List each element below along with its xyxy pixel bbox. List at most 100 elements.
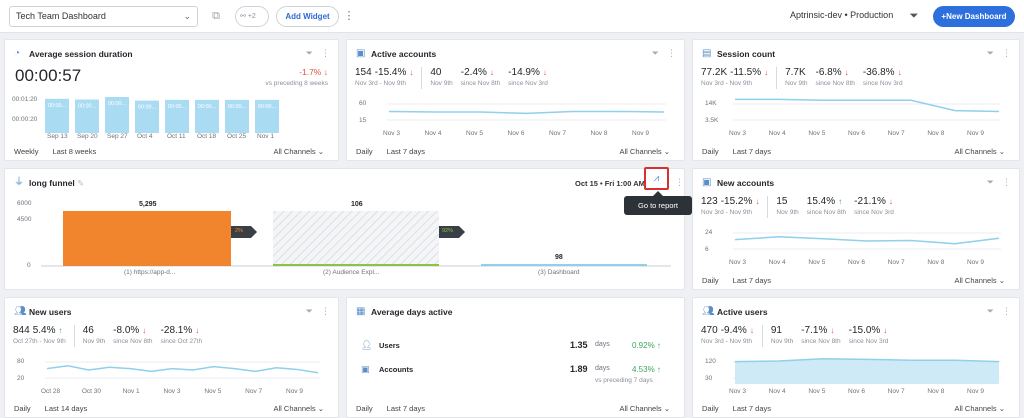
period-select[interactable]: Daily <box>702 276 719 285</box>
metric-value: 46 <box>82 325 94 336</box>
share-count: +2 <box>247 13 256 20</box>
funnel-step-1-bar[interactable] <box>63 211 231 266</box>
range-select[interactable]: Last 8 weeks <box>52 147 96 156</box>
y-tick: 80 <box>17 358 25 365</box>
range-select[interactable]: Last 7 days <box>387 404 425 413</box>
metric-subtitle: since Nov 3rd <box>848 338 889 345</box>
new-dashboard-button[interactable]: +New Dashboard <box>933 6 1015 27</box>
metric-latest: 46 Nov 9th <box>83 325 113 347</box>
x-tick: Nov 7 <box>887 259 905 266</box>
filter-icon[interactable]: ⏷ <box>652 48 659 58</box>
more-menu-icon[interactable]: ⋮ <box>667 48 676 58</box>
building-icon: ▣ <box>702 177 712 188</box>
channel-select[interactable]: All Channels ⌄ <box>620 147 670 156</box>
more-menu-icon[interactable]: ⋮ <box>675 177 684 188</box>
range-select[interactable]: Last 14 days <box>45 404 88 413</box>
metric-latest: 40 Nov 9th <box>430 67 460 89</box>
card-title: New users <box>29 307 72 317</box>
metric-latest: 91 Nov 9th <box>771 325 801 347</box>
funnel-step-3-bar[interactable] <box>481 264 647 266</box>
metric-change: -7.1% <box>801 325 828 336</box>
card-footer: Daily Last 14 days <box>14 404 101 413</box>
go-to-report-button[interactable]: ⩘ <box>644 167 669 190</box>
bar-data-label: 00:00... <box>48 103 67 109</box>
filter-icon[interactable]: ⏷ <box>987 177 994 187</box>
metric-change: -9.4% <box>720 325 747 336</box>
environment-label: Aptrinsic-dev • Production <box>790 10 894 20</box>
trend-line <box>46 365 319 374</box>
funnel-step-2-bar[interactable] <box>273 264 439 266</box>
metric-row: 154 -15.4% ↓ Nov 3rd - Nov 9th 40 Nov 9th … <box>355 67 556 89</box>
channel-label: All Channels <box>954 404 997 413</box>
metric-change: -28.1% <box>160 325 193 336</box>
period-select[interactable]: Daily <box>702 147 719 156</box>
funnel-step-2-dropoff <box>273 211 439 266</box>
chevron-down-icon: ⌄ <box>183 11 191 21</box>
metric-day-change: 15.4% ↑ since Nov 8th <box>807 196 854 218</box>
channel-select[interactable]: All Channels ⌄ <box>955 147 1005 156</box>
x-tick: Nov 3 <box>163 388 181 395</box>
card-tools: ⏷ ⋮ <box>644 48 676 59</box>
metric-total: 154 -15.4% ↓ Nov 3rd - Nov 9th <box>355 67 421 89</box>
arrow-down-icon: ↓ <box>323 67 328 77</box>
filter-icon[interactable]: ⏷ <box>987 48 994 58</box>
trend-line <box>735 98 1000 113</box>
x-tick: Nov 9 <box>632 130 649 137</box>
funnel-step-2-label: (2) Audience Expl... <box>323 269 380 276</box>
channel-label: All Channels <box>273 404 316 413</box>
channel-select[interactable]: All Channels ⌄ <box>274 404 324 413</box>
add-widget-button[interactable]: Add Widget <box>276 6 339 27</box>
period-select[interactable]: Daily <box>356 147 373 156</box>
building-icon: ▣ <box>361 364 370 374</box>
filter-icon[interactable]: ⏷ <box>905 6 923 27</box>
arrow-down-icon: ↓ <box>764 68 769 77</box>
more-menu-icon[interactable]: ⋮ <box>1002 177 1011 187</box>
channel-select[interactable]: All Channels ⌄ <box>955 276 1005 285</box>
y-tick: 60 <box>359 100 367 107</box>
range-select[interactable]: Last 7 days <box>387 147 425 156</box>
conversion-rate-1: 2% <box>235 228 243 234</box>
active-accounts-card: ▣ Active accounts ⏷ ⋮ 154 -15.4% ↓ Nov 3rd … <box>346 39 685 161</box>
channel-select[interactable]: All Channels ⌄ <box>955 404 1005 413</box>
filter-icon[interactable]: ⏷ <box>987 306 994 316</box>
period-select[interactable]: Weekly <box>14 147 38 156</box>
period-select[interactable]: Daily <box>14 404 31 413</box>
arrow-down-icon: ↓ <box>844 68 849 77</box>
more-menu-icon[interactable]: ⋮ <box>321 306 330 316</box>
dashboard-selector[interactable]: Tech Team Dashboard ⌄ <box>9 6 198 27</box>
active-users-card: 👥︎ Active users ⏷ ⋮ 470 -9.4% ↓ Nov 3rd - N… <box>692 297 1020 418</box>
channel-select[interactable]: All Channels ⌄ <box>274 147 324 156</box>
period-select[interactable]: Daily <box>356 404 373 413</box>
channel-select[interactable]: All Channels ⌄ <box>620 404 670 413</box>
range-select[interactable]: Last 7 days <box>733 404 771 413</box>
filter-icon[interactable]: ⏷ <box>306 306 313 316</box>
y-tick: 120 <box>705 358 716 365</box>
filter-icon[interactable]: ⏷ <box>306 48 313 58</box>
bar-data-label: 00:00... <box>138 105 157 111</box>
card-footer: Daily Last 7 days <box>702 147 785 156</box>
more-menu-icon[interactable]: ⋮ <box>321 48 330 58</box>
range-select[interactable]: Last 7 days <box>733 147 771 156</box>
x-tick: Nov 8 <box>590 130 608 137</box>
arrow-down-icon: ↓ <box>883 326 888 335</box>
x-tick: Nov 9 <box>967 130 984 137</box>
session-count-card: ▤ Session count ⏷ ⋮ 77.2K -11.5% ↓ Nov 3rd … <box>692 39 1020 161</box>
more-menu-icon[interactable]: ⋮ <box>1002 306 1011 316</box>
more-menu-icon[interactable]: ⋮ <box>343 6 355 27</box>
x-tick: Oct 11 <box>167 133 186 140</box>
more-menu-icon[interactable]: ⋮ <box>1002 48 1011 58</box>
range-select[interactable]: Last 7 days <box>733 276 771 285</box>
period-select[interactable]: Daily <box>702 404 719 413</box>
session-duration-change: -1.7% ↓ <box>299 67 328 77</box>
metric-day-change: -6.8% ↓ since Nov 8th <box>816 67 863 89</box>
funnel-card: ⏚ long funnel ✎ Oct 15 • Fri 1:00 AM ⋮ 6… <box>4 168 685 290</box>
metric-subtitle: since Nov 8th <box>806 209 847 216</box>
x-tick: Sep 20 <box>77 133 98 140</box>
edit-icon[interactable]: ✎ <box>77 178 84 188</box>
x-tick: Nov 6 <box>848 388 865 395</box>
share-button[interactable]: ⚯ +2 <box>235 6 269 27</box>
trend-line <box>734 236 1000 245</box>
gauge-icon: ◔ <box>14 48 21 59</box>
accounts-value: 1.89 <box>570 364 588 374</box>
copy-icon[interactable]: ⧉ <box>207 6 225 27</box>
